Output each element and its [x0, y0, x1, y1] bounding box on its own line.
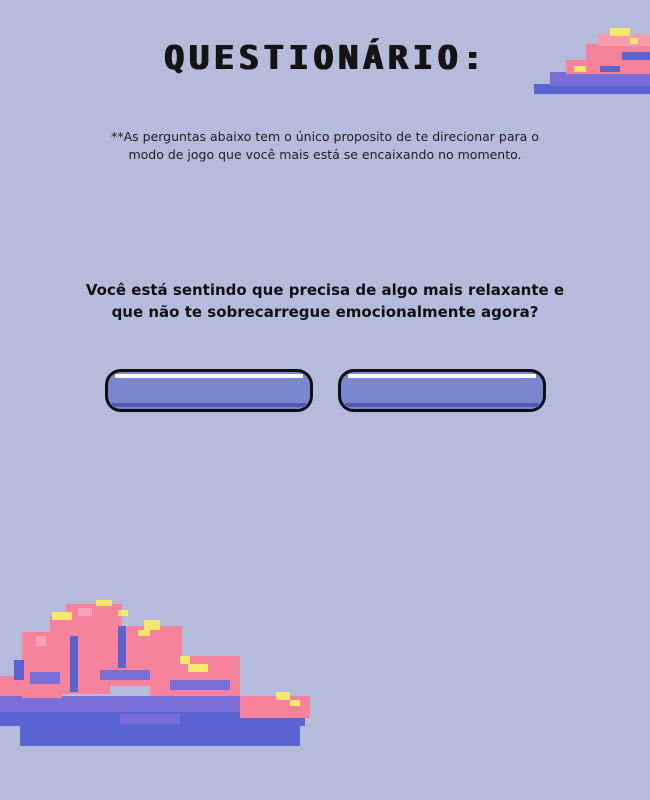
pixel-cloud-icon	[534, 28, 650, 94]
answer-button-1[interactable]	[105, 369, 313, 412]
answer-button-2[interactable]	[338, 369, 546, 412]
pixel-cloud-icon	[0, 600, 310, 746]
page-subtitle: **As perguntas abaixo tem o único propos…	[111, 129, 539, 162]
question-text: Você está sentindo que precisa de algo m…	[85, 281, 565, 321]
